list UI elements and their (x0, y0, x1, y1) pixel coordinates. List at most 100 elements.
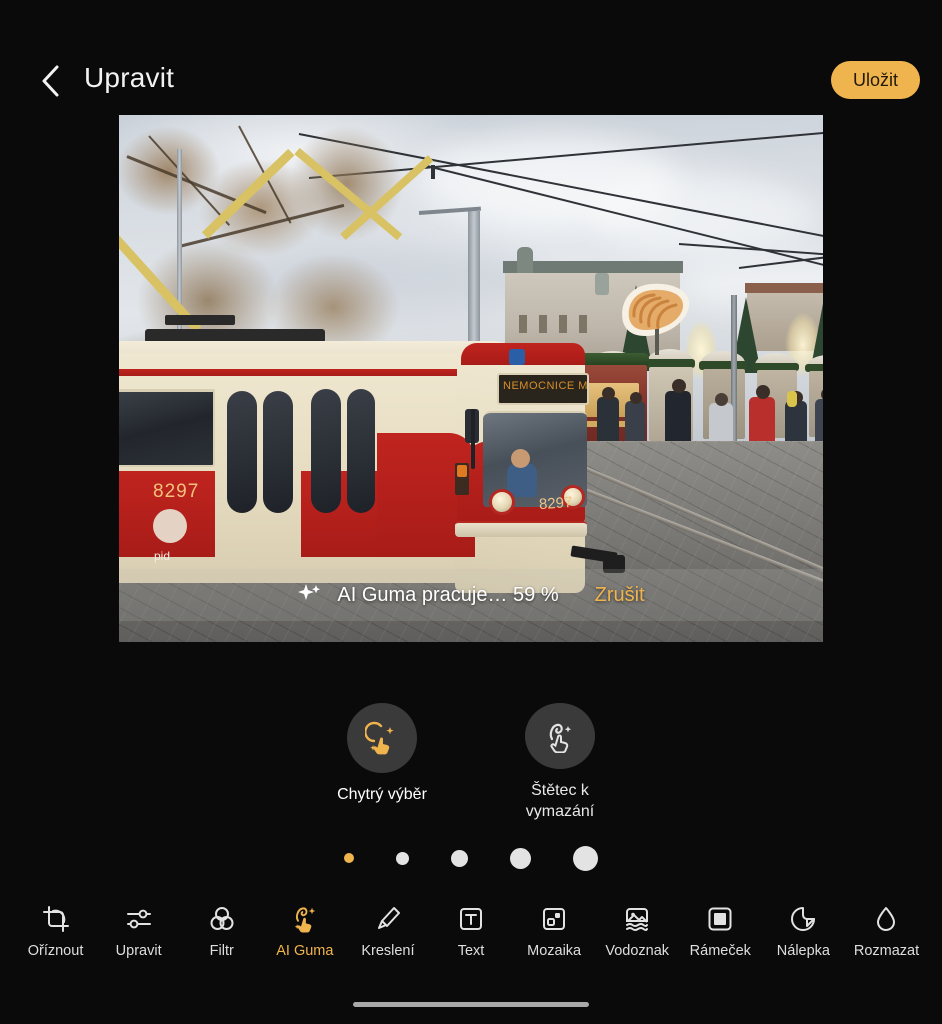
tool-sticker[interactable]: Nálepka (762, 904, 845, 959)
tool-text-label: Text (457, 943, 485, 959)
page-dot-2[interactable] (396, 851, 409, 865)
tool-watermark[interactable]: Vodoznak (596, 904, 679, 959)
tool-crop[interactable]: Oříznout (14, 904, 97, 959)
chevron-left-icon (42, 65, 59, 97)
editor-toolbar: Oříznout Upravit Filtr AI Guma Kreslení … (0, 898, 942, 986)
yellow-object (787, 391, 797, 407)
progress-status-text: AI Guma pracuje… 59 % (337, 583, 559, 606)
erase-brush-button[interactable] (525, 703, 595, 770)
tool-ai-eraser[interactable]: AI Guma (263, 904, 346, 959)
pid-text: pid (154, 549, 171, 563)
page-dot-1[interactable] (344, 853, 354, 863)
app-header: Upravit Uložit (0, 0, 942, 120)
watermark-icon (622, 904, 652, 934)
tool-watermark-label: Vodoznak (605, 943, 670, 959)
tool-blur[interactable]: Rozmazat (845, 904, 928, 959)
tool-draw[interactable]: Kreslení (346, 904, 429, 959)
cancel-button[interactable]: Zrušit (595, 584, 645, 607)
tram-number-front: 8297 (538, 493, 573, 514)
red-stripe-top (119, 369, 457, 376)
ai-eraser-icon (290, 904, 320, 934)
crop-icon (41, 904, 71, 934)
door-window (263, 391, 293, 513)
filter-icon (207, 904, 237, 934)
page-title: Upravit (84, 62, 175, 93)
erase-brush-label-line1: Štětec k (531, 782, 589, 800)
door-window (227, 391, 257, 513)
tool-frame-label: Rámeček (689, 943, 751, 959)
building-tower (517, 247, 533, 273)
person (625, 401, 645, 443)
sparkle-icon (298, 584, 321, 600)
person-red-coat (749, 397, 775, 447)
tool-draw-label: Kreslení (361, 943, 415, 959)
photo-editor-screen: Upravit Uložit NEMOCNICE M 8297 8297 pid… (0, 0, 942, 1024)
home-indicator[interactable] (353, 1002, 589, 1007)
tool-crop-label: Oříznout (27, 943, 84, 959)
tool-text[interactable]: Text (429, 904, 512, 959)
page-indicator (0, 840, 942, 876)
tool-filter[interactable]: Filtr (180, 904, 263, 959)
ai-progress-overlay: AI Guma pracuje… 59 % Zrušit (119, 577, 823, 613)
subtool-smart-select[interactable]: Chytrý výběr (312, 703, 452, 823)
back-button[interactable] (30, 60, 72, 102)
ai-eraser-subtools: Chytrý výběr Štětec k vymazání (0, 703, 942, 823)
person-head (672, 379, 686, 393)
door-window (311, 389, 341, 513)
smart-select-icon (365, 721, 394, 755)
indicator-lamp (457, 465, 467, 477)
tool-sticker-label: Nálepka (776, 943, 830, 959)
tool-mosaic-label: Mozaika (527, 943, 582, 959)
building-roof (745, 283, 823, 293)
tram-photo: NEMOCNICE MOTOL 8297 8297 pid (119, 115, 823, 642)
tram: NEMOCNICE MOTOL 8297 8297 pid (119, 147, 625, 613)
text-icon (456, 904, 486, 934)
door-window (347, 389, 375, 513)
tram-window (119, 389, 215, 467)
headlight-left (489, 489, 515, 515)
page-dot-4[interactable] (510, 847, 531, 869)
erase-brush-label-line2: vymazání (525, 803, 595, 821)
tool-adjust[interactable]: Upravit (97, 904, 180, 959)
brush-icon (373, 904, 403, 934)
building-window (579, 315, 587, 333)
sign-post (655, 329, 659, 355)
blur-icon (871, 904, 901, 934)
front-bumper (455, 521, 587, 537)
mirror-arm (471, 409, 475, 469)
mosaic-icon (539, 904, 569, 934)
tool-adjust-label: Upravit (115, 943, 162, 959)
person (597, 397, 619, 443)
window-divider (119, 389, 215, 392)
tool-ai-eraser-label: AI Guma (276, 943, 334, 959)
tool-frame[interactable]: Rámeček (679, 904, 762, 959)
page-dot-3[interactable] (451, 849, 468, 867)
page-dot-5[interactable] (573, 845, 598, 871)
person (665, 391, 691, 445)
tool-blur-label: Rozmazat (853, 943, 920, 959)
photo-canvas[interactable]: NEMOCNICE MOTOL 8297 8297 pid (119, 115, 823, 642)
pantograph-shoe (165, 315, 235, 325)
tool-filter-label: Filtr (209, 943, 234, 959)
frame-icon (705, 904, 735, 934)
sticker-icon (788, 904, 818, 934)
person-head (756, 385, 770, 399)
save-button[interactable]: Uložit (830, 61, 920, 99)
person-head (715, 393, 728, 406)
tram-number-side: 8297 (153, 481, 200, 502)
smart-select-label: Chytrý výběr (337, 786, 427, 803)
tool-mosaic[interactable]: Mozaika (513, 904, 596, 959)
smart-select-button[interactable] (347, 703, 417, 773)
person (815, 399, 823, 447)
person-head (630, 392, 642, 404)
tram-driver-head (511, 449, 530, 468)
pid-logo (153, 509, 187, 543)
destination-sign: NEMOCNICE MOTOL (497, 373, 589, 405)
person-head (602, 387, 615, 400)
subtool-erase-brush[interactable]: Štětec k vymazání (490, 703, 630, 823)
sliders-icon (124, 904, 154, 934)
erase-brush-icon (549, 724, 572, 754)
statue (595, 273, 609, 295)
tram-driver (507, 463, 537, 497)
destination-text: NEMOCNICE MOTOL (503, 380, 588, 392)
